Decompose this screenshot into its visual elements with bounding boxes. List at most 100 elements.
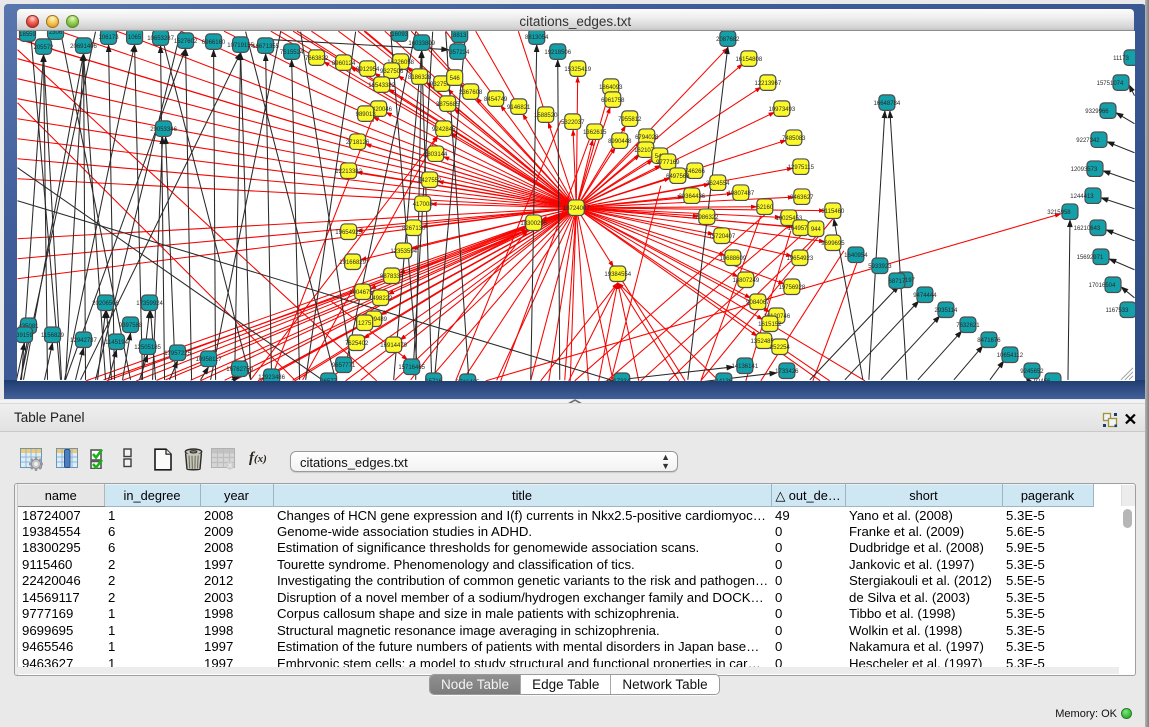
svg-text:5933923: 5933923 <box>868 263 892 269</box>
svg-text:11173: 11173 <box>1113 55 1129 61</box>
svg-text:6961758: 6961758 <box>601 97 625 103</box>
svg-text:417008: 417008 <box>412 201 433 207</box>
svg-text:252254: 252254 <box>769 345 790 351</box>
svg-text:1615152: 1615152 <box>758 322 782 328</box>
svg-text:9397588: 9397588 <box>118 323 142 329</box>
svg-text:17359924: 17359924 <box>136 300 163 306</box>
svg-text:8813054: 8813054 <box>525 34 549 40</box>
svg-text:16671355: 16671355 <box>252 43 279 49</box>
svg-text:15716: 15716 <box>425 379 442 381</box>
svg-text:8878334: 8878334 <box>379 273 403 279</box>
svg-text:19384554: 19384554 <box>604 271 631 277</box>
svg-text:9084067: 9084067 <box>746 299 770 305</box>
svg-text:3215958: 3215958 <box>1047 209 1071 215</box>
svg-text:8912954: 8912954 <box>355 66 379 72</box>
svg-text:2087682: 2087682 <box>716 36 740 42</box>
svg-text:10958117: 10958117 <box>195 357 222 363</box>
svg-text:14136: 14136 <box>715 379 732 381</box>
svg-text:2306: 2306 <box>48 31 62 36</box>
svg-text:12942737: 12942737 <box>70 338 97 344</box>
svg-text:989013: 989013 <box>355 111 376 117</box>
svg-text:9146821: 9146821 <box>507 104 531 110</box>
svg-text:8471676: 8471676 <box>977 338 1001 344</box>
svg-text:10807487: 10807487 <box>727 190 754 196</box>
svg-text:8186328: 8186328 <box>408 74 432 80</box>
svg-text:9699695: 9699695 <box>821 240 845 246</box>
svg-text:1498222: 1498222 <box>368 295 392 301</box>
svg-text:1145194: 1145194 <box>105 340 129 346</box>
svg-text:3875685: 3875685 <box>436 101 460 107</box>
svg-text:15716465: 15716465 <box>398 365 425 371</box>
svg-text:1275: 1275 <box>357 321 371 327</box>
svg-text:10719155: 10719155 <box>227 42 254 48</box>
svg-text:92456: 92456 <box>1033 379 1050 381</box>
svg-text:1244413: 1244413 <box>1070 193 1094 199</box>
svg-text:12213967: 12213967 <box>754 80 781 86</box>
svg-text:9227342: 9227342 <box>1076 137 1100 143</box>
svg-text:7357224: 7357224 <box>446 49 470 55</box>
svg-text:17016504: 17016504 <box>1088 282 1115 288</box>
svg-text:18559: 18559 <box>19 31 36 37</box>
svg-text:6497568: 6497568 <box>666 173 690 179</box>
svg-text:9777169: 9777169 <box>656 159 680 165</box>
svg-text:106173: 106173 <box>98 34 119 40</box>
svg-text:12975115: 12975115 <box>787 164 814 170</box>
svg-text:39159: 39159 <box>17 333 34 339</box>
svg-text:16093: 16093 <box>391 31 408 37</box>
svg-text:7955812: 7955812 <box>618 116 642 122</box>
svg-text:9245652: 9245652 <box>1020 369 1044 375</box>
svg-text:19654923: 19654923 <box>786 255 813 261</box>
svg-text:18724007: 18724007 <box>562 205 589 211</box>
svg-text:1167533: 1167533 <box>1105 307 1129 313</box>
svg-text:15720407: 15720407 <box>708 233 735 239</box>
svg-text:7625402: 7625402 <box>344 341 368 347</box>
svg-text:12505185: 12505185 <box>134 345 161 351</box>
svg-text:9474444: 9474444 <box>913 292 937 298</box>
svg-text:8813: 8813 <box>453 32 467 38</box>
svg-text:1733426: 1733426 <box>775 369 799 375</box>
svg-text:10653287: 10653287 <box>147 35 174 41</box>
svg-text:9115460: 9115460 <box>821 208 845 214</box>
svg-text:6794028: 6794028 <box>635 134 659 140</box>
svg-text:3716465: 3716465 <box>456 380 480 381</box>
svg-text:18300295: 18300295 <box>520 220 547 226</box>
svg-text:19166829: 19166829 <box>339 259 366 265</box>
svg-text:16154808: 16154808 <box>735 56 762 62</box>
svg-text:9242845: 9242845 <box>432 126 456 132</box>
svg-text:19218506: 19218506 <box>544 49 571 55</box>
svg-text:8990448: 8990448 <box>608 138 632 144</box>
svg-text:62160: 62160 <box>756 204 773 210</box>
svg-text:8267130: 8267130 <box>401 225 425 231</box>
svg-text:2367608: 2367608 <box>459 89 483 95</box>
svg-text:10654112: 10654112 <box>996 353 1023 359</box>
svg-text:15751074: 15751074 <box>1096 80 1123 86</box>
svg-text:14136141: 14136141 <box>731 364 758 370</box>
svg-text:68717: 68717 <box>888 278 905 284</box>
svg-text:8454749: 8454749 <box>484 96 508 102</box>
svg-text:546: 546 <box>449 75 460 81</box>
svg-text:17334: 17334 <box>613 379 630 381</box>
svg-text:1640954: 1640954 <box>844 252 868 258</box>
svg-text:10973493: 10973493 <box>768 106 795 112</box>
svg-text:3624554: 3624554 <box>706 180 730 186</box>
svg-text:1527602: 1527602 <box>173 38 197 44</box>
svg-text:944: 944 <box>810 226 821 232</box>
svg-text:18807249: 18807249 <box>732 277 759 283</box>
svg-text:9327506: 9327506 <box>379 68 403 74</box>
svg-text:19756928: 19756928 <box>778 284 805 290</box>
svg-text:12353594: 12353594 <box>390 248 417 254</box>
svg-text:8427552: 8427552 <box>418 177 442 183</box>
svg-text:5322037: 5322037 <box>561 119 585 125</box>
svg-text:1588520: 1588520 <box>534 112 558 118</box>
svg-text:20364436: 20364436 <box>678 193 705 199</box>
svg-text:7515524: 7515524 <box>279 49 303 55</box>
svg-text:8960124: 8960124 <box>331 60 355 66</box>
svg-text:1065: 1065 <box>127 34 141 40</box>
svg-text:16543382: 16543382 <box>368 82 395 88</box>
svg-text:20691406: 20691406 <box>70 43 97 49</box>
svg-text:19654925: 19654925 <box>335 229 362 235</box>
svg-text:1156829: 1156829 <box>41 333 65 339</box>
svg-text:12923486: 12923486 <box>258 375 285 381</box>
svg-text:16782759: 16782759 <box>226 367 253 373</box>
svg-text:17957225: 17957225 <box>164 351 191 357</box>
